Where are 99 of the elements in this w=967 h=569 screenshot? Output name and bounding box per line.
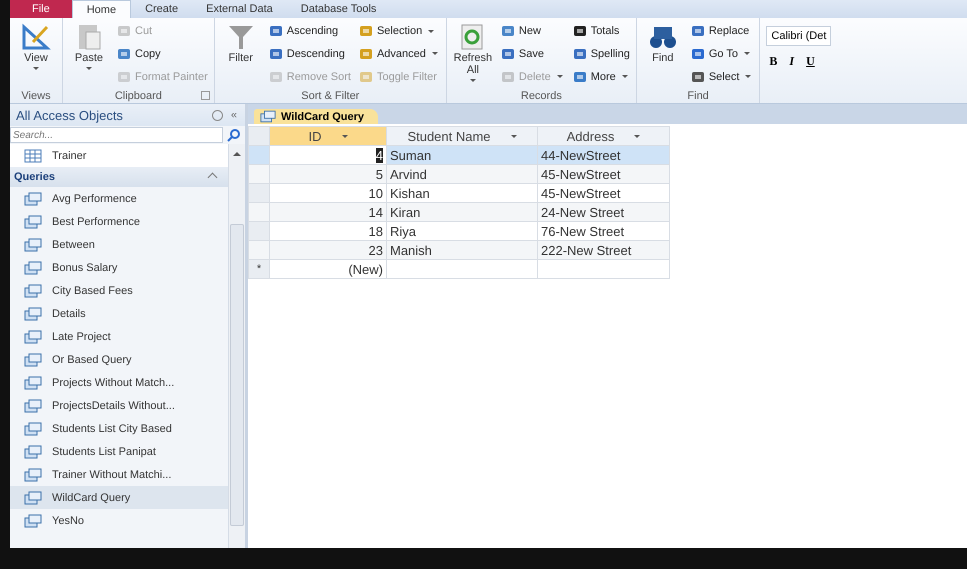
query-icon bbox=[24, 376, 42, 390]
navigation-item[interactable]: Avg Performence bbox=[10, 187, 228, 210]
query-icon bbox=[24, 444, 42, 458]
table-cell: Manish bbox=[386, 240, 538, 260]
ribbon-large-button[interactable]: Refresh All bbox=[450, 20, 495, 88]
ribbon-button[interactable]: Select bbox=[688, 68, 756, 85]
caret-icon bbox=[622, 75, 628, 78]
ribbon-button[interactable]: Replace bbox=[688, 23, 756, 40]
format-button[interactable]: B bbox=[766, 54, 780, 69]
query-icon bbox=[24, 306, 42, 320]
ribbon-button[interactable]: Advanced bbox=[356, 46, 442, 62]
navigation-item[interactable]: Projects Without Match... bbox=[10, 371, 228, 394]
table-cell: Suman bbox=[386, 146, 538, 164]
navigation-item[interactable]: Students List City Based bbox=[10, 417, 228, 440]
caret-icon bbox=[432, 52, 438, 56]
navigation-item[interactable]: Late Project bbox=[10, 325, 228, 348]
query-icon bbox=[24, 490, 42, 504]
query-icon bbox=[24, 514, 42, 528]
pane-title: All Access Objects bbox=[16, 108, 124, 122]
group-label: Find bbox=[687, 90, 709, 102]
column-header[interactable]: Student Name bbox=[386, 126, 538, 146]
query-icon bbox=[24, 192, 42, 206]
query-icon bbox=[24, 214, 42, 228]
query-icon bbox=[24, 352, 42, 366]
dialog-launcher-icon[interactable] bbox=[200, 91, 210, 100]
search-field[interactable]: Search... bbox=[10, 127, 223, 143]
table-cell: 5 bbox=[270, 164, 386, 184]
ribbon-button[interactable]: Descending bbox=[266, 46, 353, 62]
column-header[interactable]: ID bbox=[270, 126, 386, 146]
scrollbar[interactable] bbox=[228, 144, 245, 548]
ribbon-large-button[interactable]: Paste bbox=[67, 20, 111, 88]
caret-icon bbox=[744, 52, 750, 56]
document-tab[interactable]: WildCard Query bbox=[254, 109, 378, 124]
navigation-item[interactable]: ProjectsDetails Without... bbox=[10, 394, 228, 417]
format-button[interactable]: U bbox=[803, 54, 818, 69]
navigation-item[interactable]: Details bbox=[10, 302, 228, 325]
search-icon[interactable] bbox=[227, 128, 241, 142]
ribbon-large-button[interactable]: View bbox=[14, 20, 58, 88]
query-icon bbox=[24, 398, 42, 412]
caret-icon bbox=[86, 67, 92, 70]
ribbon-button[interactable]: New bbox=[498, 23, 567, 40]
caret-icon bbox=[33, 67, 39, 70]
query-icon bbox=[24, 238, 42, 252]
ribbon-button[interactable]: Spelling bbox=[570, 46, 632, 62]
caret-icon bbox=[470, 79, 476, 82]
navigation-item[interactable]: YesNo bbox=[10, 509, 228, 532]
table-cell: 14 bbox=[270, 202, 386, 222]
column-header[interactable]: Address bbox=[538, 126, 670, 146]
table-cell: 23 bbox=[270, 240, 386, 260]
table-cell: Arvind bbox=[386, 164, 538, 184]
navigation-item[interactable]: WildCard Query bbox=[10, 486, 228, 509]
ribbon-large-button[interactable]: Find bbox=[640, 20, 685, 88]
navigation-item[interactable]: Between bbox=[10, 233, 228, 256]
new-record-marker: * bbox=[248, 260, 270, 278]
collapse-button[interactable]: « bbox=[228, 109, 239, 121]
query-icon bbox=[24, 330, 42, 344]
navigation-item[interactable]: Best Performence bbox=[10, 210, 228, 233]
group-header[interactable]: Queries bbox=[10, 167, 228, 187]
file-tab[interactable]: File bbox=[10, 0, 72, 18]
ribbon-tab[interactable]: External Data bbox=[192, 0, 287, 18]
table-cell: Kiran bbox=[386, 202, 538, 222]
query-icon bbox=[24, 284, 42, 298]
group-label: Clipboard bbox=[114, 90, 162, 102]
ribbon-button[interactable]: Save bbox=[498, 46, 567, 62]
ribbon-tab[interactable]: Database Tools bbox=[286, 0, 390, 18]
pencil-ruler-icon bbox=[21, 22, 51, 52]
caret-icon bbox=[745, 75, 752, 78]
ribbon-tab[interactable]: Create bbox=[131, 0, 192, 18]
ribbon-button[interactable]: Copy bbox=[115, 46, 210, 62]
table-cell: 44-NewStreet bbox=[538, 146, 670, 164]
ribbon-tab[interactable]: Home bbox=[72, 0, 132, 18]
navigation-item[interactable]: Or Based Query bbox=[10, 348, 228, 371]
query-icon bbox=[24, 468, 42, 482]
navigation-item[interactable]: Trainer Without Matchi... bbox=[10, 463, 228, 486]
ribbon-button[interactable]: Totals bbox=[570, 23, 632, 40]
group-label: Records bbox=[520, 90, 562, 102]
caret-icon bbox=[556, 75, 563, 78]
table-cell: 24-New Street bbox=[538, 202, 670, 222]
dropdown-circle-icon[interactable] bbox=[212, 110, 223, 120]
ribbon-button[interactable]: Ascending bbox=[266, 23, 353, 40]
table-cell: 4 bbox=[270, 146, 386, 164]
ribbon-button[interactable]: More bbox=[570, 68, 632, 85]
query-icon bbox=[24, 422, 42, 436]
format-button[interactable]: I bbox=[786, 54, 798, 69]
ribbon-button[interactable]: Go To bbox=[688, 46, 756, 62]
group-label: Views bbox=[21, 90, 51, 102]
query-icon bbox=[24, 260, 42, 274]
caret-icon bbox=[428, 30, 434, 33]
navigation-item[interactable]: Trainer bbox=[10, 144, 228, 167]
ribbon-large-button[interactable]: Filter bbox=[218, 20, 263, 88]
group-label: Sort & Filter bbox=[301, 90, 360, 102]
font-name-field[interactable]: Calibri (Det bbox=[766, 26, 832, 46]
navigation-item[interactable]: Students List Panipat bbox=[10, 440, 228, 463]
table-cell: 222-New Street bbox=[538, 240, 670, 260]
ribbon-button[interactable]: Selection bbox=[356, 23, 442, 40]
navigation-item[interactable]: City Based Fees bbox=[10, 279, 228, 302]
table-cell: 45-NewStreet bbox=[538, 164, 670, 184]
table-cell: (New) bbox=[270, 260, 386, 278]
navigation-item[interactable]: Bonus Salary bbox=[10, 256, 228, 279]
